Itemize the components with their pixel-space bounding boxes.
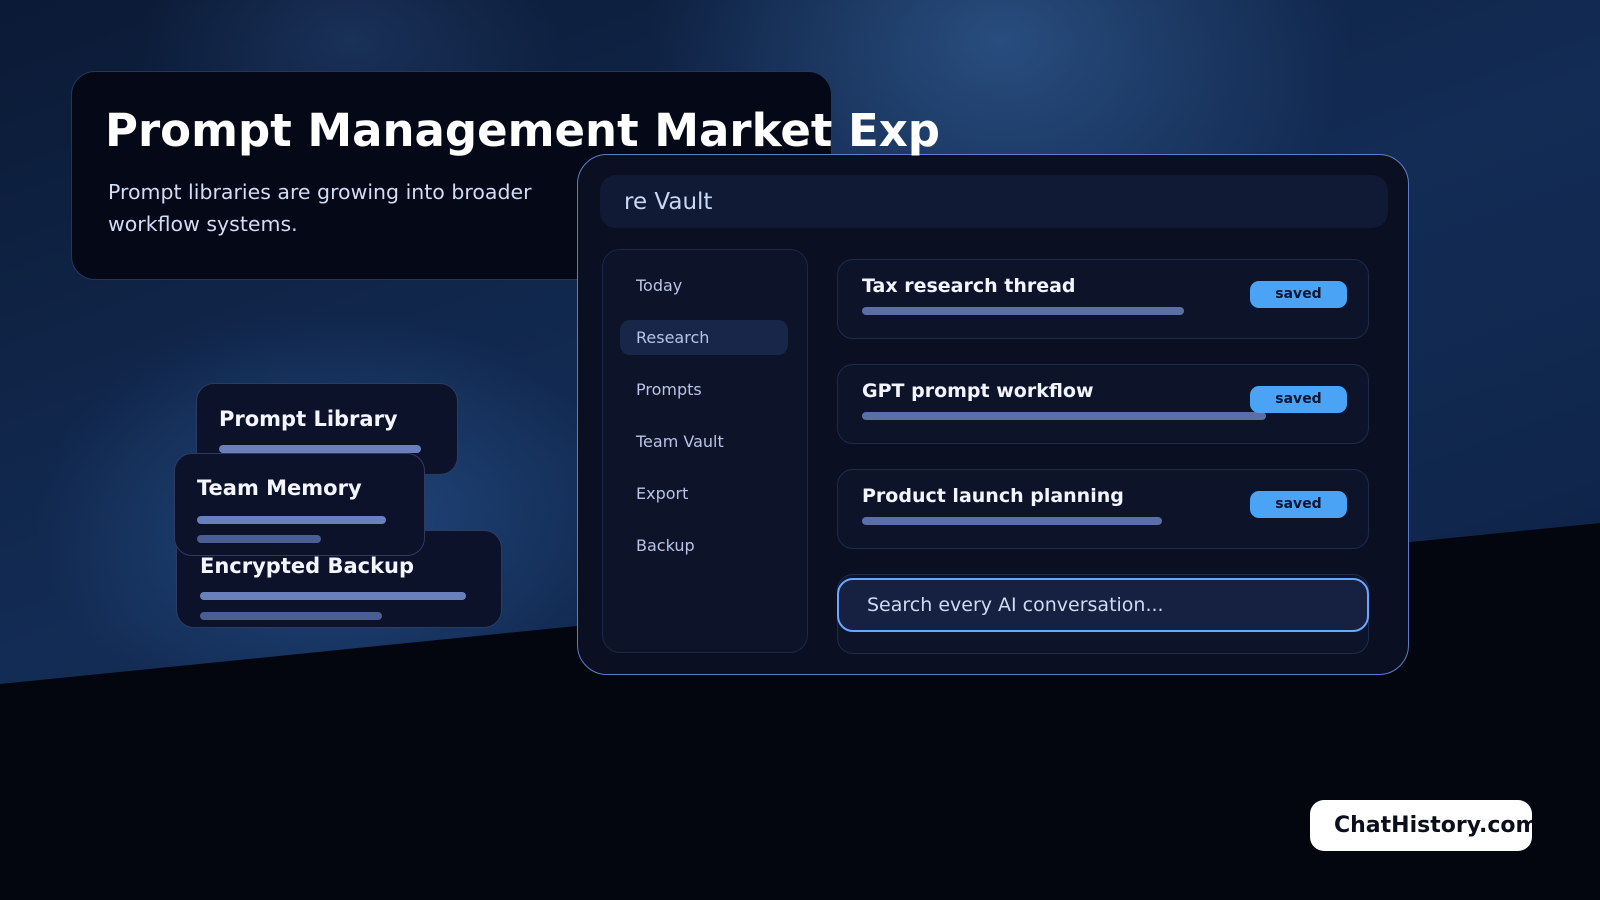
encrypted-backup-bar-secondary <box>200 612 382 620</box>
prompt-library-bar <box>219 445 421 453</box>
sidebar-item-backup[interactable]: Backup <box>620 528 788 563</box>
app-title: re Vault <box>624 189 713 215</box>
thread-preview-bar <box>862 412 1266 420</box>
app-window: re Vault Today Research Prompts Team Vau… <box>577 154 1409 675</box>
saved-badge: saved <box>1250 491 1347 518</box>
sidebar-item-team-vault[interactable]: Team Vault <box>620 424 788 459</box>
sidebar-item-today[interactable]: Today <box>620 268 788 303</box>
team-memory-bar <box>197 516 386 524</box>
team-memory-bar-secondary <box>197 535 321 543</box>
sidebar-item-export[interactable]: Export <box>620 476 788 511</box>
sidebar: Today Research Prompts Team Vault Export… <box>602 249 808 653</box>
thread-title: Tax research thread <box>862 275 1076 297</box>
thread-title: Product launch planning <box>862 485 1124 507</box>
sidebar-item-research[interactable]: Research <box>620 320 788 355</box>
brand-label: ChatHistory.com <box>1334 813 1532 838</box>
page-subtitle: Prompt libraries are growing into broade… <box>108 180 532 236</box>
app-header: re Vault <box>600 175 1388 228</box>
thread-preview-bar <box>862 307 1184 315</box>
page-title: Prompt Management Market Exp <box>105 104 941 157</box>
saved-badge: saved <box>1250 281 1347 308</box>
prompt-library-title: Prompt Library <box>219 407 398 431</box>
encrypted-backup-title: Encrypted Backup <box>200 554 415 578</box>
team-memory-card: Team Memory <box>174 453 425 556</box>
search-input[interactable] <box>837 578 1369 632</box>
brand-badge[interactable]: ChatHistory.com <box>1310 800 1532 851</box>
saved-badge: saved <box>1250 386 1347 413</box>
thread-title: GPT prompt workflow <box>862 380 1094 402</box>
thread-card-gpt-prompt[interactable]: GPT prompt workflow saved <box>837 364 1369 444</box>
team-memory-title: Team Memory <box>197 476 362 500</box>
thread-preview-bar <box>862 517 1162 525</box>
encrypted-backup-bar <box>200 592 466 600</box>
thread-card-product-launch[interactable]: Product launch planning saved <box>837 469 1369 549</box>
sidebar-item-prompts[interactable]: Prompts <box>620 372 788 407</box>
thread-card-tax-research[interactable]: Tax research thread saved <box>837 259 1369 339</box>
